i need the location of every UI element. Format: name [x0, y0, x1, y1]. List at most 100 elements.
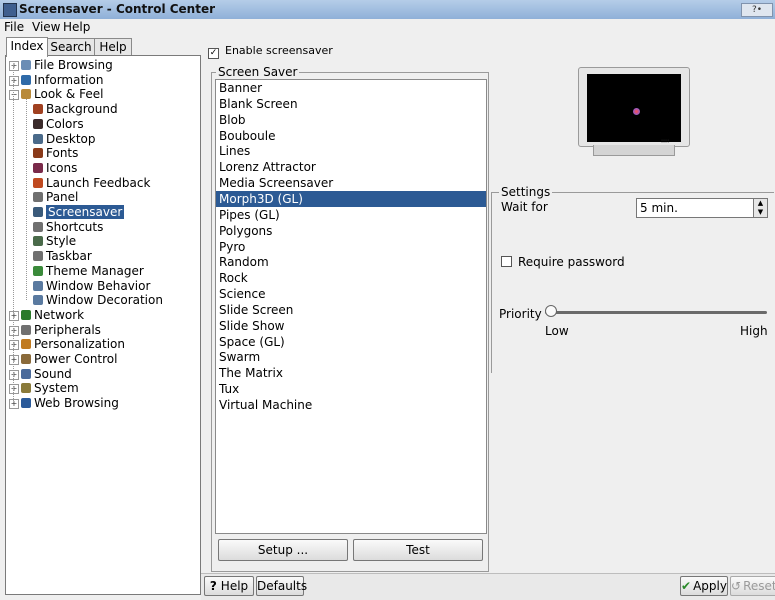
wait-for-spinbox[interactable]: 5 min. ▲ ▼ — [636, 198, 768, 218]
tree-item-content: Launch Feedback — [33, 176, 150, 191]
apply-button-label: Apply — [693, 579, 727, 593]
tree-item-content: Panel — [33, 190, 78, 205]
reset-button-label: Reset — [743, 579, 775, 593]
app-icon — [3, 3, 17, 17]
enable-screensaver-checkbox[interactable]: ✓ Enable screensaver — [208, 44, 333, 59]
screensaver-list-item[interactable]: The Matrix — [216, 365, 486, 381]
theme-icon — [33, 265, 43, 276]
apply-button[interactable]: ✔ Apply — [680, 576, 728, 596]
tree-item-content: Information — [21, 73, 103, 88]
screensaver-list-item[interactable]: Tux — [216, 381, 486, 397]
screensaver-list-item[interactable]: Random — [216, 254, 486, 270]
screensaver-list-item[interactable]: Morph3D (GL) — [216, 190, 486, 207]
screensaver-list-item[interactable]: Media Screensaver — [216, 175, 486, 191]
menu-help[interactable]: Help — [63, 20, 90, 34]
tree-item-content: File Browsing — [21, 58, 113, 73]
title-bar[interactable]: Screensaver - Control Center ?• — [0, 0, 775, 20]
apply-check-icon: ✔ — [681, 579, 692, 593]
tree-item-content: Peripherals — [21, 323, 101, 338]
setup-button-label: Setup ... — [257, 543, 309, 557]
rocket-icon — [33, 177, 43, 188]
expand-icon[interactable]: + — [9, 369, 19, 380]
screensaver-icon — [33, 207, 43, 217]
tree-item-content: Shortcuts — [33, 220, 103, 235]
tree-item-content: Background — [33, 102, 118, 117]
tab-index[interactable]: Index — [6, 37, 48, 57]
wait-for-value[interactable]: 5 min. — [640, 201, 678, 215]
screensaver-list-item[interactable]: Polygons — [216, 223, 486, 239]
screensaver-list[interactable]: Banner Blank Screen Blob Bouboule Lines Loren… — [215, 79, 487, 534]
help-button[interactable]: ? Help — [204, 576, 254, 596]
tree-item-label: Window Decoration — [46, 293, 163, 308]
folder-icon — [21, 60, 31, 70]
screensaver-list-item[interactable]: Bouboule — [216, 128, 486, 144]
tab-help[interactable]: Help — [94, 38, 132, 56]
screensaver-list-item[interactable]: Lines — [216, 143, 486, 159]
defaults-button[interactable]: Defaults — [256, 576, 307, 596]
expand-icon[interactable]: + — [9, 325, 19, 336]
screensaver-list-item[interactable]: Lorenz Attractor — [216, 159, 486, 175]
enable-screensaver-label: Enable screensaver — [225, 44, 333, 57]
priority-high-label: High — [740, 324, 768, 338]
expand-icon[interactable]: + — [9, 384, 19, 395]
screensaver-list-item[interactable]: Banner — [216, 80, 486, 96]
setup-button[interactable]: Setup ... — [218, 539, 348, 561]
window-title: Screensaver - Control Center — [19, 2, 216, 16]
expand-icon[interactable]: + — [9, 399, 19, 410]
screensaver-list-item[interactable]: Rock — [216, 270, 486, 286]
enable-screensaver-box[interactable]: ✓ — [208, 48, 219, 59]
expand-icon[interactable]: + — [9, 355, 19, 365]
priority-slider-handle[interactable] — [545, 305, 557, 317]
require-password-box[interactable] — [501, 256, 512, 267]
menu-bar: File View Help — [0, 19, 775, 36]
screensaver-group-title: Screen Saver — [216, 65, 300, 79]
expand-icon[interactable]: + — [9, 310, 19, 321]
help-glyph-icon: ? — [209, 579, 217, 593]
screensaver-list-item[interactable]: Slide Screen — [216, 302, 486, 318]
tree-item-content: Look & Feel — [21, 87, 103, 102]
power-icon — [21, 354, 31, 364]
expand-icon[interactable]: + — [9, 61, 19, 71]
wait-spin-arrows-icon[interactable]: ▲ ▼ — [753, 199, 767, 217]
menu-file[interactable]: File — [4, 20, 24, 34]
screensaver-list-item[interactable]: Pipes (GL) — [216, 207, 486, 223]
reset-icon: ↺ — [731, 579, 742, 593]
reset-button[interactable]: ↺ Reset — [730, 576, 775, 596]
preview-monitor: :::: — [578, 67, 690, 157]
priority-label: Priority — [499, 307, 542, 321]
screensaver-list-item[interactable]: Pyro — [216, 239, 486, 255]
screensaver-list-item[interactable]: Space (GL) — [216, 334, 486, 350]
tree-item-label: Peripherals — [34, 322, 101, 337]
module-tree[interactable]: + File Browsing + Information − Look & Feel Ba… — [5, 55, 201, 595]
tree-item-label: Information — [34, 72, 104, 87]
tree-item-label: Window Behavior — [46, 278, 151, 293]
menu-view[interactable]: View — [32, 20, 60, 34]
screensaver-list-item[interactable]: Science — [216, 286, 486, 302]
require-password-checkbox[interactable]: Require password — [501, 255, 625, 269]
settings-group-title: Settings — [499, 185, 553, 199]
tab-search[interactable]: Search — [47, 38, 95, 56]
expand-icon[interactable]: + — [9, 340, 19, 351]
screensaver-list-item[interactable]: Blank Screen — [216, 96, 486, 112]
tree-item-content: Theme Manager — [33, 264, 144, 279]
screensaver-list-item[interactable]: Slide Show — [216, 318, 486, 334]
tree-item-label: Theme Manager — [46, 263, 144, 278]
tree-item-label: Launch Feedback — [46, 175, 151, 190]
monitor-stand — [593, 145, 675, 156]
collapse-icon[interactable]: − — [9, 90, 19, 101]
screensaver-list-item[interactable]: Blob — [216, 112, 486, 128]
person-icon — [21, 339, 31, 350]
screensaver-list-item[interactable]: Swarm — [216, 349, 486, 365]
brush-icon — [21, 89, 31, 100]
tree-item-content: System — [21, 381, 79, 396]
expand-icon[interactable]: + — [9, 75, 19, 86]
test-button[interactable]: Test — [353, 539, 483, 561]
window-controls[interactable]: ?• — [741, 3, 773, 17]
tree-item-label: Personalization — [34, 337, 125, 352]
screensaver-list-item[interactable]: Virtual Machine — [216, 397, 486, 413]
priority-slider-track[interactable] — [545, 311, 767, 314]
web-icon — [21, 398, 31, 409]
taskbar-icon — [33, 251, 43, 262]
window-deco-icon — [33, 295, 43, 306]
tree-item-label: Power Control — [34, 352, 118, 366]
